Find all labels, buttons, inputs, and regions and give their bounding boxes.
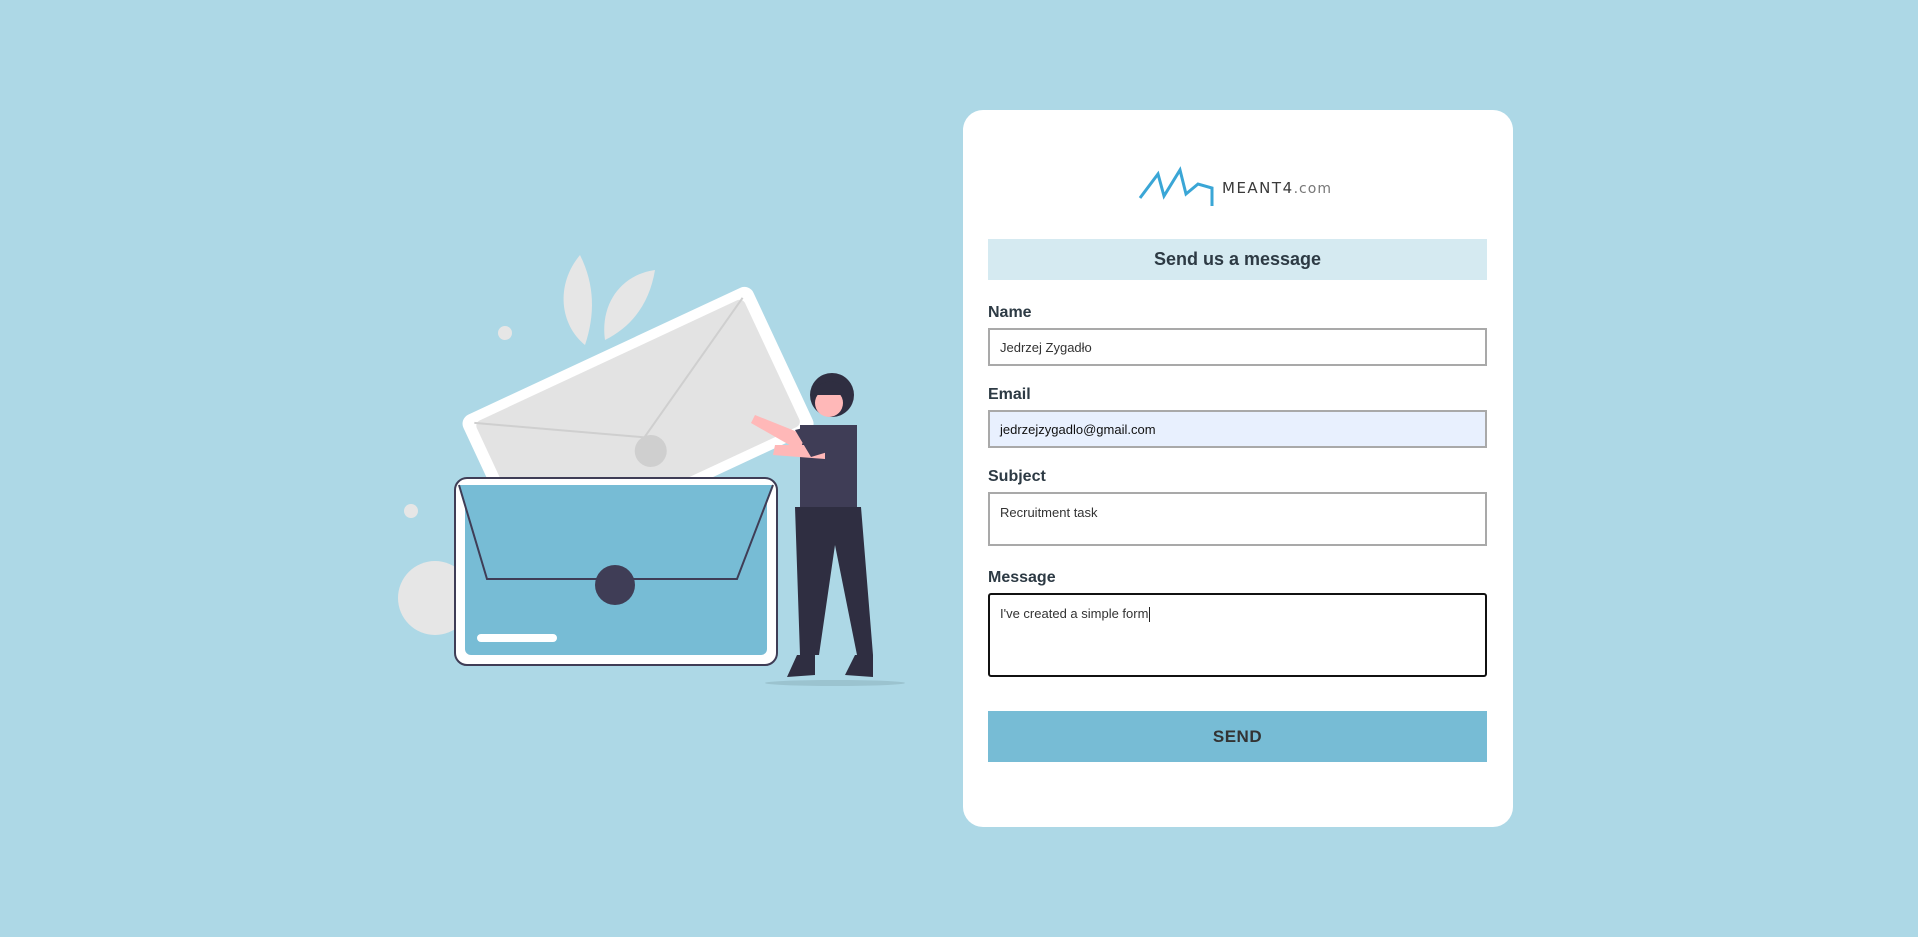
contact-form-card: MEANT4.com Send us a message Name Jedrze… (963, 110, 1513, 827)
subject-input[interactable]: Recruitment task (988, 492, 1487, 546)
name-value: Jedrzej Zygadło (1000, 339, 1092, 355)
email-input[interactable]: jedrzejzygadlo@gmail.com (988, 410, 1487, 448)
meant4-logo-icon (1138, 166, 1214, 206)
subject-value: Recruitment task (1000, 505, 1098, 520)
name-input[interactable]: Jedrzej Zygadło (988, 328, 1487, 366)
form-heading: Send us a message (988, 239, 1487, 280)
message-textarea[interactable]: I've created a simple form (988, 593, 1487, 677)
brand-logo: MEANT4.com (1138, 160, 1332, 210)
email-label: Email (988, 386, 1031, 403)
decor-dot (498, 326, 512, 340)
message-value: I've created a simple form (1000, 606, 1149, 621)
text-caret (1149, 607, 1151, 623)
leaf-shape (563, 255, 592, 345)
email-value: jedrzejzygadlo@gmail.com (1000, 421, 1156, 437)
leaf-shape (604, 270, 655, 340)
subject-label: Subject (988, 468, 1046, 485)
message-label: Message (988, 569, 1056, 586)
front-envelope (454, 477, 778, 666)
logo-wordmark: MEANT4.com (1222, 179, 1332, 197)
envelope-illustration (398, 255, 905, 686)
send-button[interactable]: SEND (988, 711, 1487, 762)
name-label: Name (988, 304, 1032, 321)
decor-dot (404, 504, 418, 518)
